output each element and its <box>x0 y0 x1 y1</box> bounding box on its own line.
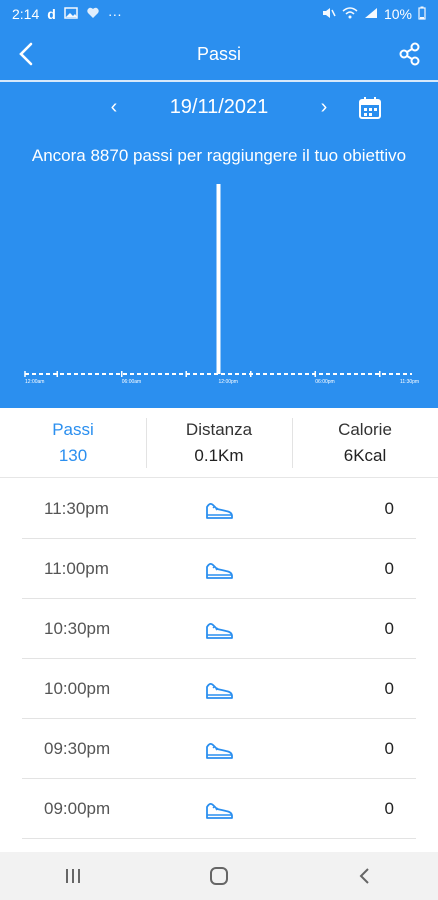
shoe-icon <box>204 737 234 761</box>
recent-apps-icon <box>66 869 80 883</box>
wifi-icon <box>342 6 358 22</box>
stat-value: 0.1Km <box>194 445 244 465</box>
entry-time: 09:00pm <box>44 799 111 818</box>
stat-tab-distance[interactable]: Distanza 0.1Km <box>146 408 292 477</box>
entry-steps: 0 <box>384 499 394 518</box>
chart-tick-label: 06:00am <box>122 379 141 385</box>
entry-steps: 0 <box>384 799 394 818</box>
entry-steps: 0 <box>384 559 394 578</box>
list-item[interactable]: 10:30pm 0 <box>0 599 438 659</box>
stat-label: Passi <box>52 419 94 439</box>
status-time: 2:14 <box>12 6 40 22</box>
chevron-left-icon <box>359 868 369 884</box>
stat-value: 130 <box>58 445 88 465</box>
stat-label: Distanza <box>185 419 253 439</box>
steps-entry-list: 11:30pm 0 11:00pm 0 10:30pm 0 10:00pm 0 … <box>0 479 438 839</box>
current-date[interactable]: 19/11/2021 <box>148 96 290 119</box>
status-indicator-d: d <box>47 6 56 22</box>
steps-screen: 2:14 d ··· 10% Passi ‹ 19/11/2021 › Anco… <box>0 0 438 900</box>
list-item[interactable]: 09:30pm 0 <box>0 719 438 779</box>
chart-bar <box>216 184 221 374</box>
list-item[interactable]: 11:30pm 0 <box>0 479 438 539</box>
arrow-left-icon <box>19 42 33 66</box>
battery-icon <box>418 6 426 23</box>
system-back-button[interactable] <box>345 861 385 891</box>
gallery-icon <box>64 6 78 22</box>
back-button[interactable] <box>14 40 42 68</box>
stats-tabs: Passi 130 Distanza 0.1Km Calorie 6Kcal <box>0 408 438 478</box>
mute-icon <box>322 7 336 22</box>
next-day-button[interactable]: › <box>312 96 336 122</box>
system-nav-bar <box>0 852 438 900</box>
date-navigator: ‹ 19/11/2021 › <box>0 92 438 126</box>
list-item[interactable]: 09:00pm 0 <box>0 779 438 839</box>
chart-tick-label: 12:00pm <box>219 379 238 385</box>
chart-area: ‹ 19/11/2021 › Ancora 8870 passi per rag… <box>0 82 438 408</box>
entry-time: 11:30pm <box>44 499 109 518</box>
entry-steps: 0 <box>384 619 394 638</box>
share-icon <box>399 42 420 66</box>
entry-time: 11:00pm <box>44 559 109 578</box>
home-button[interactable] <box>199 861 239 891</box>
stat-tab-steps[interactable]: Passi 130 <box>0 408 146 477</box>
chart-tick-label: 12:00am <box>25 379 44 385</box>
stat-tab-calories[interactable]: Calorie 6Kcal <box>292 408 438 477</box>
calendar-icon <box>359 97 381 119</box>
goal-message: Ancora 8870 passi per raggiungere il tuo… <box>31 146 407 165</box>
stat-value: 6Kcal <box>343 445 387 465</box>
battery-percentage: 10% <box>383 6 412 22</box>
signal-icon <box>364 7 378 22</box>
chart-tick-label: 06:00pm <box>315 379 334 385</box>
page-title: Passi <box>196 43 241 64</box>
entry-steps: 0 <box>384 679 394 698</box>
status-bar: 2:14 d ··· 10% <box>0 0 438 28</box>
steps-chart: 12:00am 06:00am 12:00pm 06:00pm 11:30pm <box>24 184 419 385</box>
shoe-icon <box>204 617 234 641</box>
entry-time: 09:30pm <box>44 739 111 758</box>
stat-label: Calorie <box>338 419 392 439</box>
heart-badge-icon <box>86 7 100 22</box>
previous-day-button[interactable]: ‹ <box>102 96 126 122</box>
shoe-icon <box>204 677 234 701</box>
list-item[interactable]: 11:00pm 0 <box>0 539 438 599</box>
share-button[interactable] <box>396 40 424 68</box>
entry-time: 10:00pm <box>44 679 111 698</box>
app-bar: Passi <box>0 28 438 80</box>
status-more-dots: ··· <box>107 6 122 22</box>
recent-apps-button[interactable] <box>53 861 93 891</box>
home-icon <box>210 867 228 885</box>
calendar-button[interactable] <box>358 96 382 120</box>
entry-steps: 0 <box>384 739 394 758</box>
shoe-icon <box>204 557 234 581</box>
shoe-icon <box>204 497 234 521</box>
entry-time: 10:30pm <box>44 619 111 638</box>
chart-tick-label: 11:30pm <box>400 379 419 385</box>
shoe-icon <box>204 797 234 821</box>
list-item[interactable]: 10:00pm 0 <box>0 659 438 719</box>
